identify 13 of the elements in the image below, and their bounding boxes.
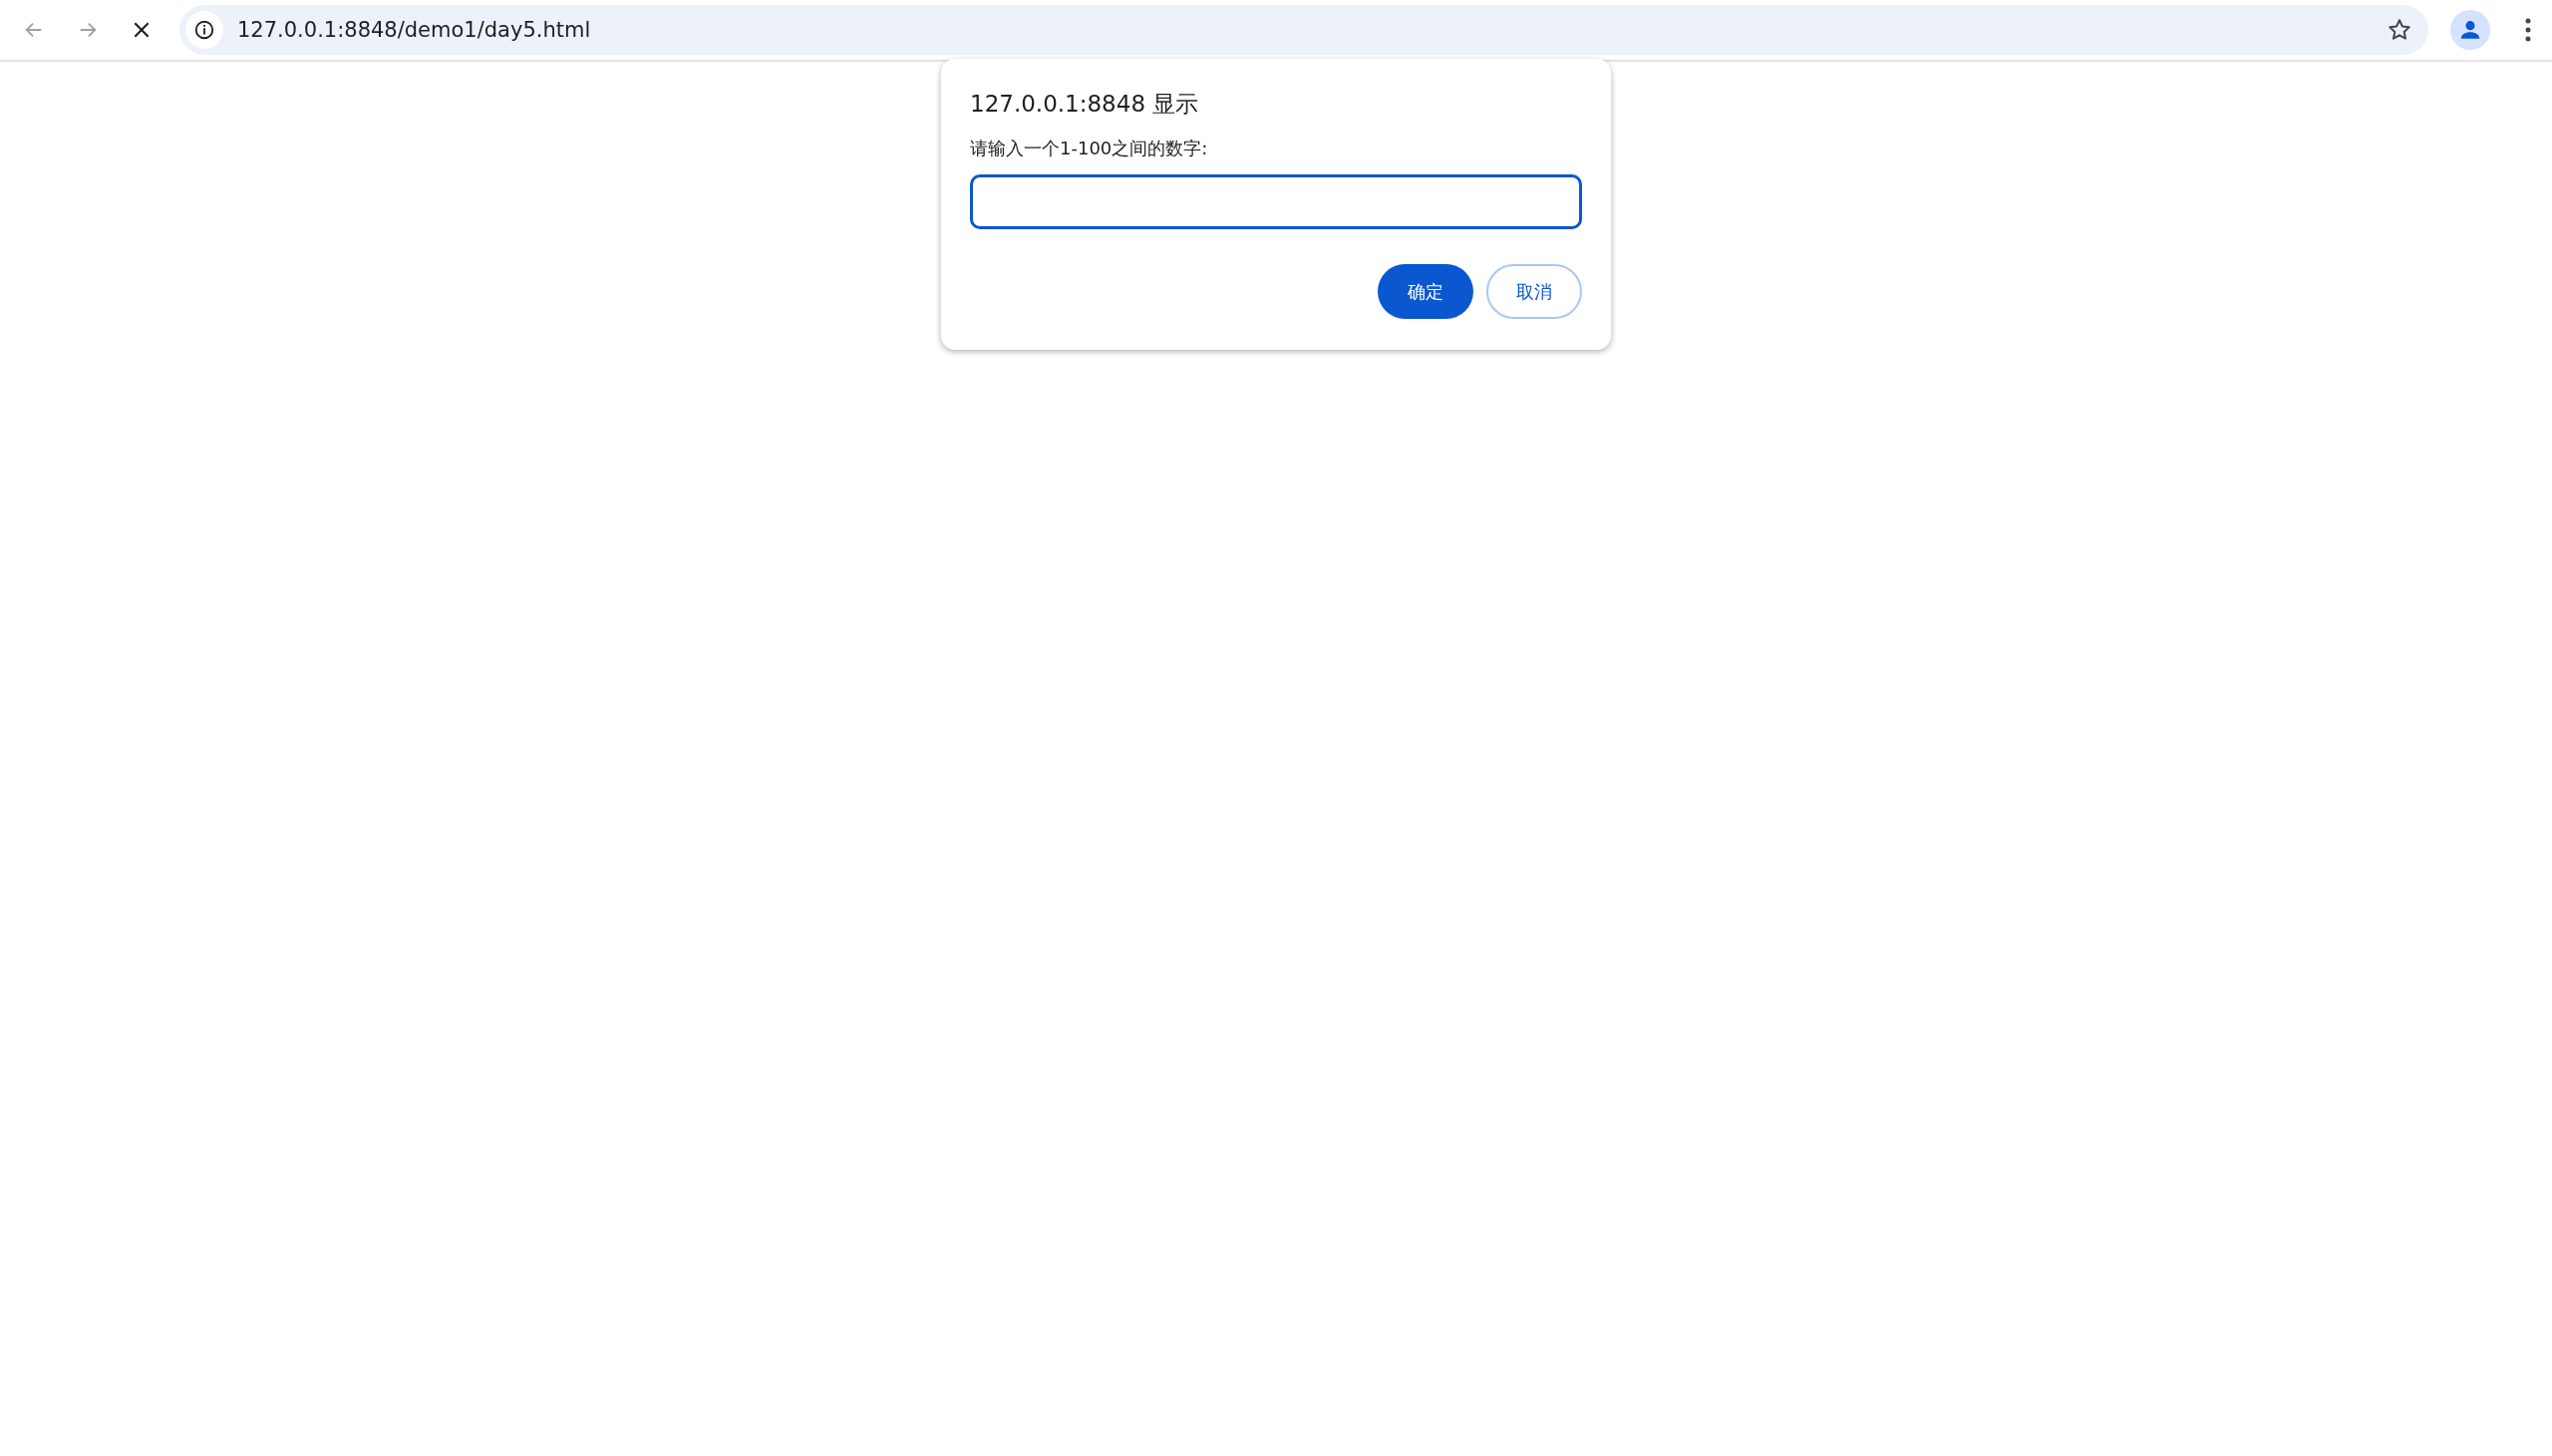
dialog-message: 请输入一个1-100之间的数字: (970, 137, 1209, 160)
menu-icon[interactable] (2524, 17, 2532, 43)
bookmark-star-icon[interactable] (2387, 17, 2412, 43)
ok-button[interactable]: 确定 (1378, 264, 1473, 319)
info-icon (193, 19, 215, 41)
close-icon (132, 20, 152, 40)
profile-avatar-button[interactable] (2450, 10, 2490, 50)
url-text: 127.0.0.1:8848/demo1/day5.html (237, 18, 591, 42)
dialog-title: 127.0.0.1:8848 显示 (970, 90, 1200, 119)
address-bar[interactable]: 127.0.0.1:8848/demo1/day5.html (179, 5, 2428, 55)
cancel-button[interactable]: 取消 (1486, 264, 1582, 319)
site-info-button[interactable] (185, 11, 223, 49)
input-field[interactable] (970, 174, 1582, 229)
